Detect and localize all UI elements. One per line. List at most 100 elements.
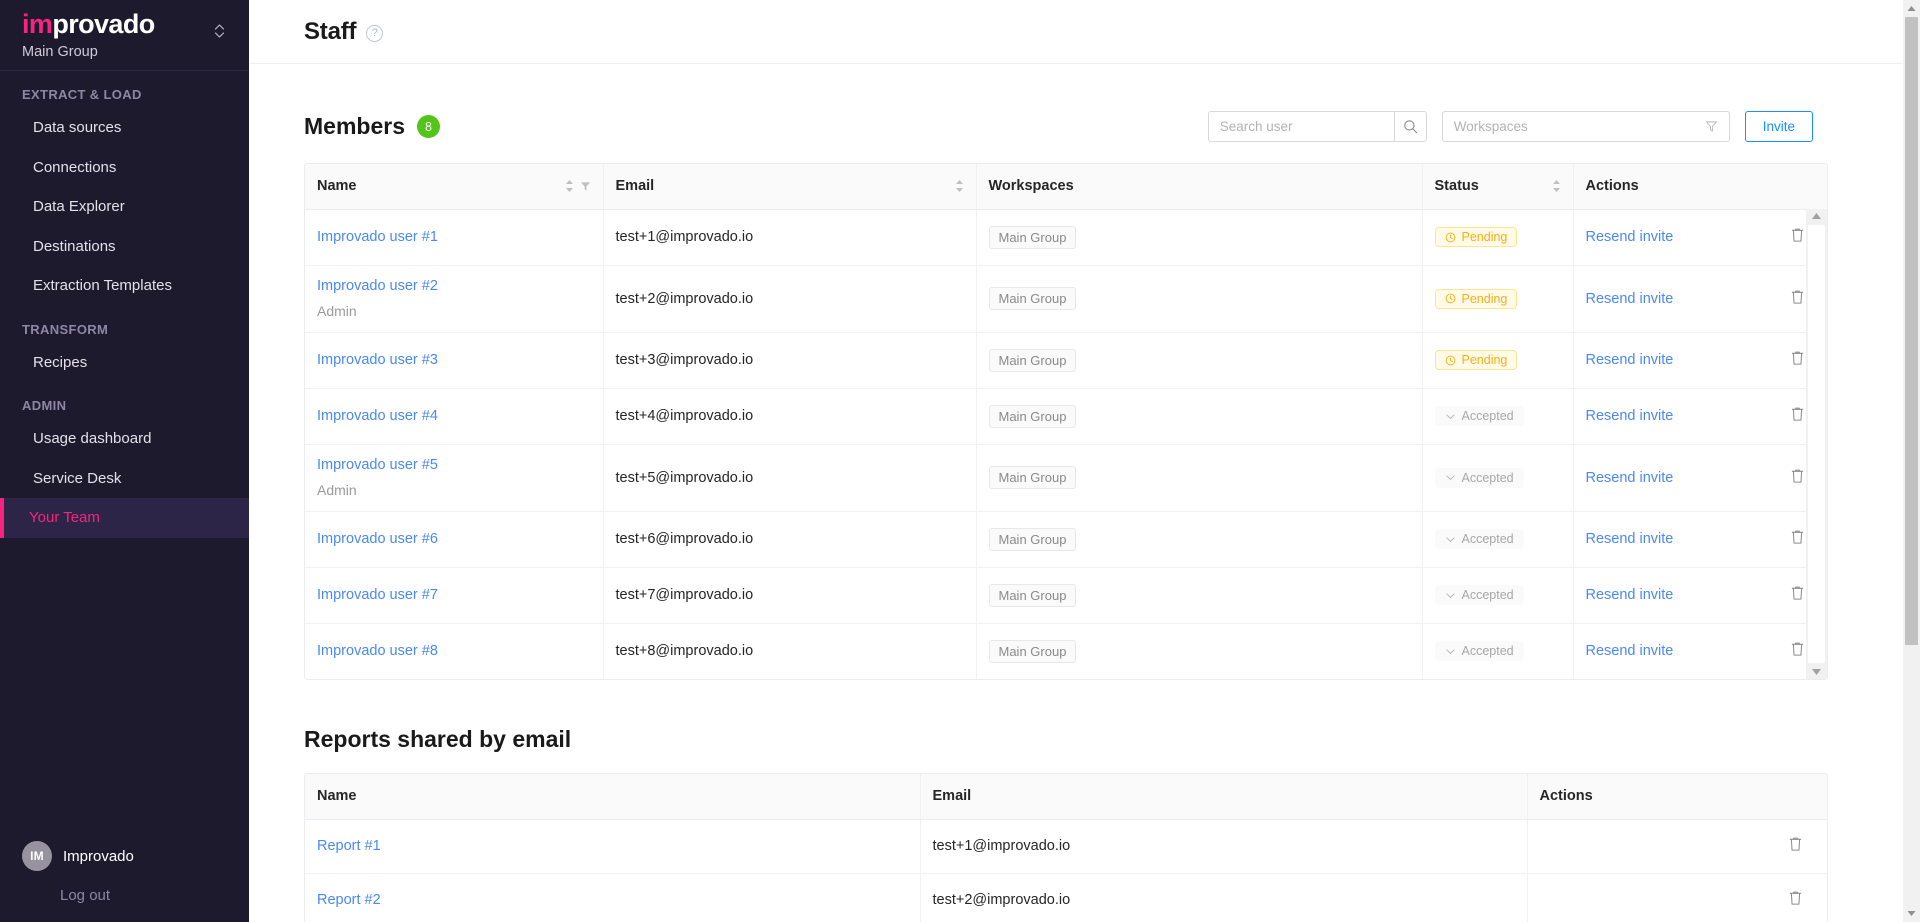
column-header-name[interactable]: Name — [305, 164, 603, 210]
workspace-tag[interactable]: Main Group — [988, 348, 1077, 372]
delete-icon[interactable] — [1790, 468, 1805, 484]
sidebar-item-destinations[interactable]: Destinations — [0, 227, 249, 267]
sidebar: improvado Main Group EXTRACT & LOAD Data… — [0, 0, 249, 922]
scrollbar-thumb[interactable] — [1808, 225, 1825, 663]
status-badge[interactable]: Pending — [1434, 288, 1518, 309]
status-badge[interactable]: Pending — [1434, 350, 1518, 370]
workspace-tag[interactable]: Main Group — [988, 225, 1077, 249]
delete-icon[interactable] — [1788, 890, 1803, 906]
search-button[interactable] — [1393, 111, 1427, 142]
report-name-link[interactable]: Report #1 — [317, 838, 381, 854]
page-scroll-down-arrow-icon[interactable] — [1903, 905, 1920, 922]
user-name-link[interactable]: Improvado user #3 — [317, 352, 438, 368]
workspace-tag[interactable]: Main Group — [988, 466, 1077, 489]
delete-icon[interactable] — [1790, 227, 1805, 243]
status-badge[interactable]: Accepted — [1434, 529, 1524, 549]
members-table-scrollbar[interactable] — [1806, 209, 1827, 679]
delete-icon[interactable] — [1790, 529, 1805, 545]
delete-member-button[interactable] — [1790, 585, 1805, 605]
delete-icon[interactable] — [1790, 585, 1805, 601]
cell-name: Improvado user #7 — [305, 567, 603, 624]
workspace-tag[interactable]: Main Group — [988, 404, 1077, 428]
sort-arrows-icon[interactable] — [1552, 179, 1561, 193]
status-badge[interactable]: Accepted — [1434, 585, 1524, 605]
column-label: Email — [615, 178, 655, 195]
delete-member-button[interactable] — [1790, 227, 1805, 247]
delete-icon[interactable] — [1788, 836, 1803, 852]
delete-member-button[interactable] — [1790, 468, 1805, 488]
reports-table-head: Name Email Actions — [305, 774, 1827, 820]
report-name-link[interactable]: Report #2 — [317, 892, 381, 908]
workspace-tag[interactable]: Main Group — [988, 527, 1077, 551]
sidebar-item-extraction-templates[interactable]: Extraction Templates — [0, 266, 249, 306]
user-name-link[interactable]: Improvado user #1 — [317, 229, 438, 245]
sidebar-item-data-explorer[interactable]: Data Explorer — [0, 187, 249, 227]
sidebar-item-service-desk[interactable]: Service Desk — [0, 459, 249, 499]
delete-report-button[interactable] — [1788, 890, 1803, 910]
column-header-status[interactable]: Status — [1421, 164, 1573, 210]
page-header: Staff ? — [249, 0, 1920, 64]
resend-invite-button[interactable]: Resend invite — [1586, 531, 1674, 547]
resend-invite-button[interactable]: Resend invite — [1586, 643, 1674, 659]
group-switcher-button[interactable] — [211, 18, 227, 44]
resend-invite-button[interactable]: Resend invite — [1586, 229, 1674, 245]
status-badge[interactable]: Accepted — [1434, 406, 1524, 426]
user-name-link[interactable]: Improvado user #8 — [317, 643, 438, 659]
column-header-email[interactable]: Email — [602, 164, 976, 210]
resend-invite-button[interactable]: Resend invite — [1586, 587, 1674, 603]
status-badge[interactable]: Accepted — [1434, 641, 1524, 662]
delete-member-button[interactable] — [1790, 529, 1805, 549]
delete-member-button[interactable] — [1790, 406, 1805, 426]
user-name-link[interactable]: Improvado user #4 — [317, 408, 438, 424]
page-scrollbar[interactable] — [1903, 0, 1920, 922]
status-badge[interactable]: Pending — [1434, 227, 1518, 247]
user-name-link[interactable]: Improvado user #6 — [317, 531, 438, 547]
column-label: Email — [932, 788, 972, 805]
user-name-link[interactable]: Improvado user #2 — [317, 278, 438, 294]
cell-email: test+8@improvado.io — [602, 623, 976, 679]
sidebar-username: Improvado — [63, 847, 134, 865]
workspace-tag[interactable]: Main Group — [988, 583, 1077, 607]
resend-invite-button[interactable]: Resend invite — [1586, 291, 1674, 307]
user-name-link[interactable]: Improvado user #5 — [317, 457, 438, 473]
sort-arrows-icon[interactable] — [565, 179, 574, 193]
sidebar-item-connections[interactable]: Connections — [0, 148, 249, 188]
delete-icon[interactable] — [1790, 289, 1805, 305]
workspace-tag[interactable]: Main Group — [988, 287, 1077, 310]
sidebar-item-your-team[interactable]: Your Team — [0, 498, 249, 538]
sidebar-user-profile[interactable]: IM Improvado — [22, 841, 249, 871]
delete-member-button[interactable] — [1790, 350, 1805, 370]
resend-invite-button[interactable]: Resend invite — [1586, 352, 1674, 368]
status-badge[interactable]: Accepted — [1434, 467, 1524, 488]
page-scrollbar-thumb[interactable] — [1905, 17, 1918, 645]
page-scroll-up-arrow-icon[interactable] — [1903, 0, 1920, 17]
logo-suffix: provado — [52, 9, 155, 39]
scroll-up-arrow-icon[interactable] — [1811, 212, 1822, 220]
delete-icon[interactable] — [1790, 406, 1805, 422]
resend-invite-button[interactable]: Resend invite — [1586, 408, 1674, 424]
delete-icon[interactable] — [1790, 350, 1805, 366]
delete-icon[interactable] — [1790, 641, 1805, 657]
sidebar-item-recipes[interactable]: Recipes — [0, 343, 249, 383]
workspaces-filter-select[interactable]: Workspaces — [1441, 111, 1730, 142]
resend-invite-button[interactable]: Resend invite — [1586, 470, 1674, 486]
sidebar-item-data-sources[interactable]: Data sources — [0, 108, 249, 148]
search-input[interactable] — [1207, 111, 1394, 142]
scroll-down-arrow-icon[interactable] — [1811, 668, 1822, 676]
clock-icon — [1445, 355, 1455, 365]
sort-arrows-icon[interactable] — [955, 179, 964, 193]
logout-button[interactable]: Log out — [22, 887, 249, 904]
delete-report-button[interactable] — [1788, 836, 1803, 856]
invite-button[interactable]: Invite — [1744, 111, 1813, 142]
cell-report-name: Report #2 — [305, 873, 920, 922]
column-filter-icon[interactable] — [580, 181, 591, 192]
sidebar-item-usage-dashboard[interactable]: Usage dashboard — [0, 419, 249, 459]
question-mark-icon[interactable]: ? — [366, 24, 384, 42]
workspace-tag[interactable]: Main Group — [988, 639, 1077, 663]
cell-status: Pending — [1421, 209, 1573, 266]
delete-member-button[interactable] — [1790, 641, 1805, 661]
members-title: Members — [304, 113, 405, 139]
filter-funnel-icon — [1705, 121, 1717, 132]
user-name-link[interactable]: Improvado user #7 — [317, 587, 438, 603]
delete-member-button[interactable] — [1790, 289, 1805, 309]
